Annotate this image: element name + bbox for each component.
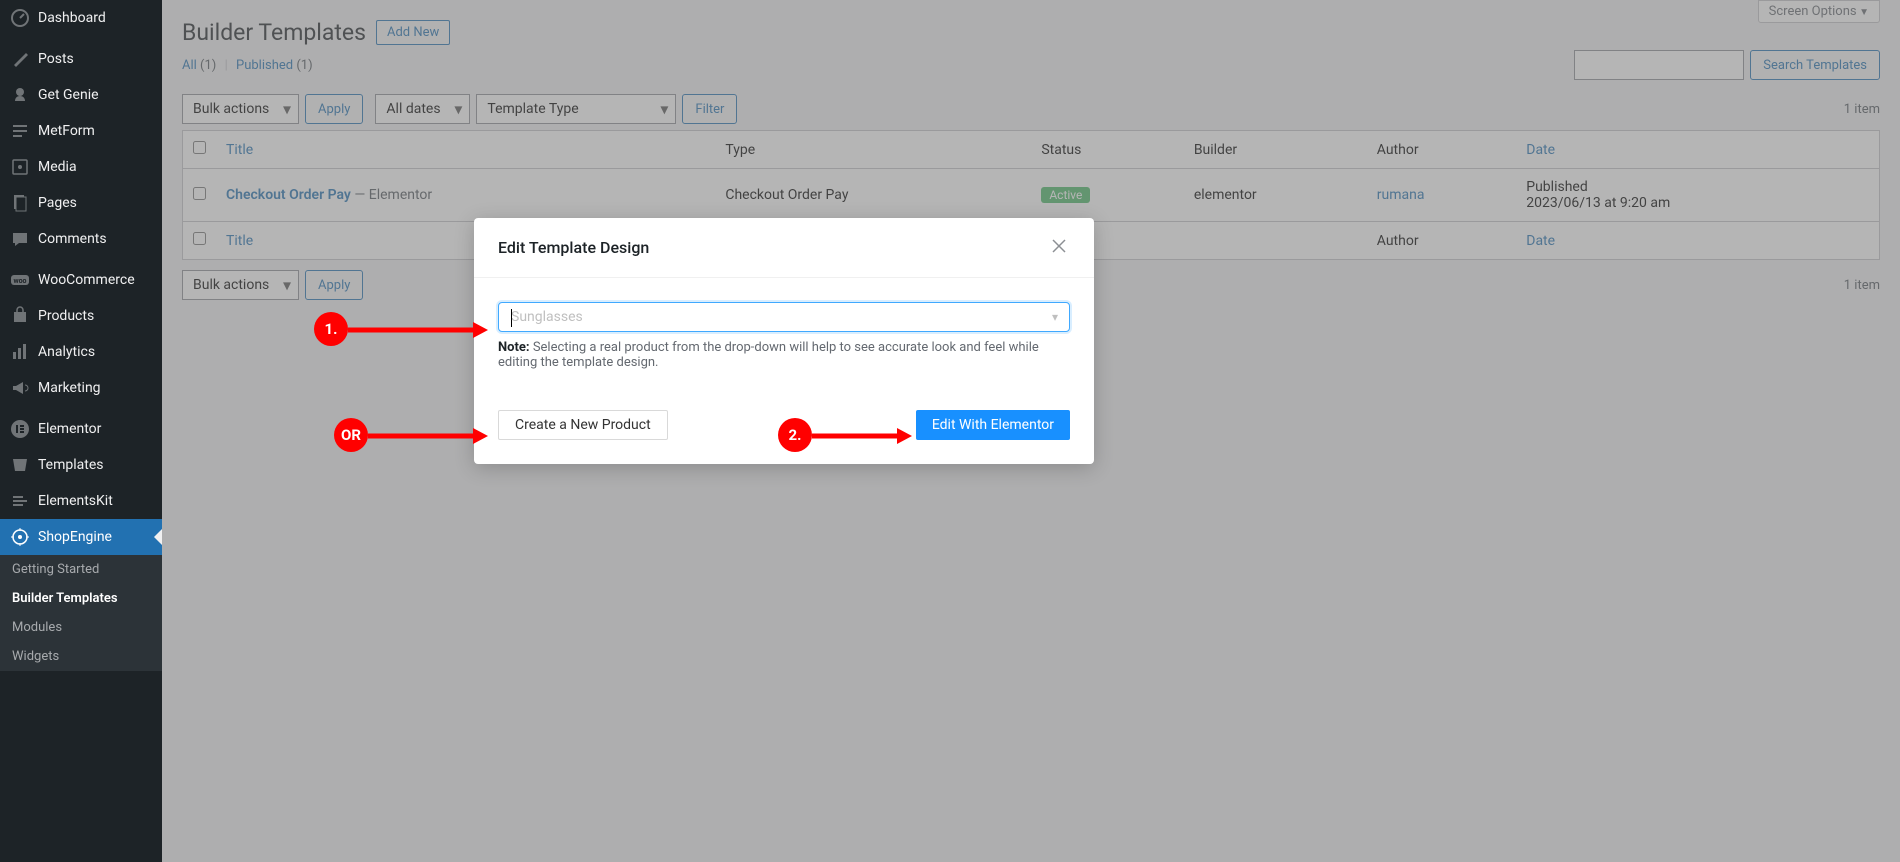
product-icon xyxy=(10,306,30,326)
annotation-arrow-1 xyxy=(348,320,488,340)
sidebar-item-elementskit[interactable]: ElementsKit xyxy=(0,483,162,519)
sidebar-label: Pages xyxy=(38,195,77,211)
annotation-or: OR xyxy=(334,418,368,452)
sidebar-item-analytics[interactable]: Analytics xyxy=(0,334,162,370)
sidebar-item-pages[interactable]: Pages xyxy=(0,185,162,221)
sidebar-label: Comments xyxy=(38,231,107,247)
close-icon[interactable] xyxy=(1048,234,1070,261)
sidebar-label: Dashboard xyxy=(38,10,106,26)
marketing-icon xyxy=(10,378,30,398)
sidebar-item-shopengine[interactable]: ShopEngine xyxy=(0,519,162,555)
sidebar-item-dashboard[interactable]: Dashboard xyxy=(0,0,162,36)
elementor-icon xyxy=(10,419,30,439)
sidebar-label: WooCommerce xyxy=(38,272,135,288)
page-icon xyxy=(10,193,30,213)
dashboard-icon xyxy=(10,8,30,28)
analytics-icon xyxy=(10,342,30,362)
annotation-arrow-2 xyxy=(812,426,912,446)
shopengine-icon xyxy=(10,527,30,547)
genie-icon xyxy=(10,85,30,105)
annotation-step-1: 1. xyxy=(314,312,348,346)
sidebar-item-marketing[interactable]: Marketing xyxy=(0,370,162,406)
sidebar-label: ElementsKit xyxy=(38,493,113,509)
submenu-getting-started[interactable]: Getting Started xyxy=(0,555,162,584)
sidebar-label: ShopEngine xyxy=(38,529,112,545)
modal-title: Edit Template Design xyxy=(498,238,1048,257)
templates-icon xyxy=(10,455,30,475)
sidebar-label: Posts xyxy=(38,51,74,67)
annotation-arrow-or xyxy=(368,426,488,446)
sidebar-label: Elementor xyxy=(38,421,101,437)
submenu-builder-templates[interactable]: Builder Templates xyxy=(0,584,162,613)
edit-with-elementor-button[interactable]: Edit With Elementor xyxy=(916,410,1070,440)
form-icon xyxy=(10,121,30,141)
sidebar-item-media[interactable]: Media xyxy=(0,149,162,185)
admin-sidebar: Dashboard Posts Get Genie MetForm Media … xyxy=(0,0,162,862)
modal-note: Note: Selecting a real product from the … xyxy=(498,340,1070,370)
sidebar-item-getgenie[interactable]: Get Genie xyxy=(0,77,162,113)
submenu-modules[interactable]: Modules xyxy=(0,613,162,642)
sidebar-label: Analytics xyxy=(38,344,95,360)
sidebar-item-products[interactable]: Products xyxy=(0,298,162,334)
sidebar-item-comments[interactable]: Comments xyxy=(0,221,162,257)
woo-icon: woo xyxy=(10,270,30,290)
submenu-widgets[interactable]: Widgets xyxy=(0,642,162,671)
sidebar-item-posts[interactable]: Posts xyxy=(0,41,162,77)
sidebar-label: Templates xyxy=(38,457,104,473)
sidebar-label: Marketing xyxy=(38,380,101,396)
comment-icon xyxy=(10,229,30,249)
product-select[interactable]: Sunglasses xyxy=(498,302,1070,332)
sidebar-label: Media xyxy=(38,159,77,175)
annotation-step-2: 2. xyxy=(778,418,812,452)
sidebar-submenu: Getting Started Builder Templates Module… xyxy=(0,555,162,671)
ekit-icon xyxy=(10,491,30,511)
sidebar-item-templates[interactable]: Templates xyxy=(0,447,162,483)
sidebar-item-woocommerce[interactable]: woo WooCommerce xyxy=(0,262,162,298)
sidebar-label: MetForm xyxy=(38,123,95,139)
sidebar-label: Get Genie xyxy=(38,87,99,103)
sidebar-item-elementor[interactable]: Elementor xyxy=(0,411,162,447)
sidebar-label: Products xyxy=(38,308,94,324)
create-new-product-button[interactable]: Create a New Product xyxy=(498,410,668,440)
pin-icon xyxy=(10,49,30,69)
svg-text:woo: woo xyxy=(13,277,26,285)
sidebar-item-metform[interactable]: MetForm xyxy=(0,113,162,149)
media-icon xyxy=(10,157,30,177)
